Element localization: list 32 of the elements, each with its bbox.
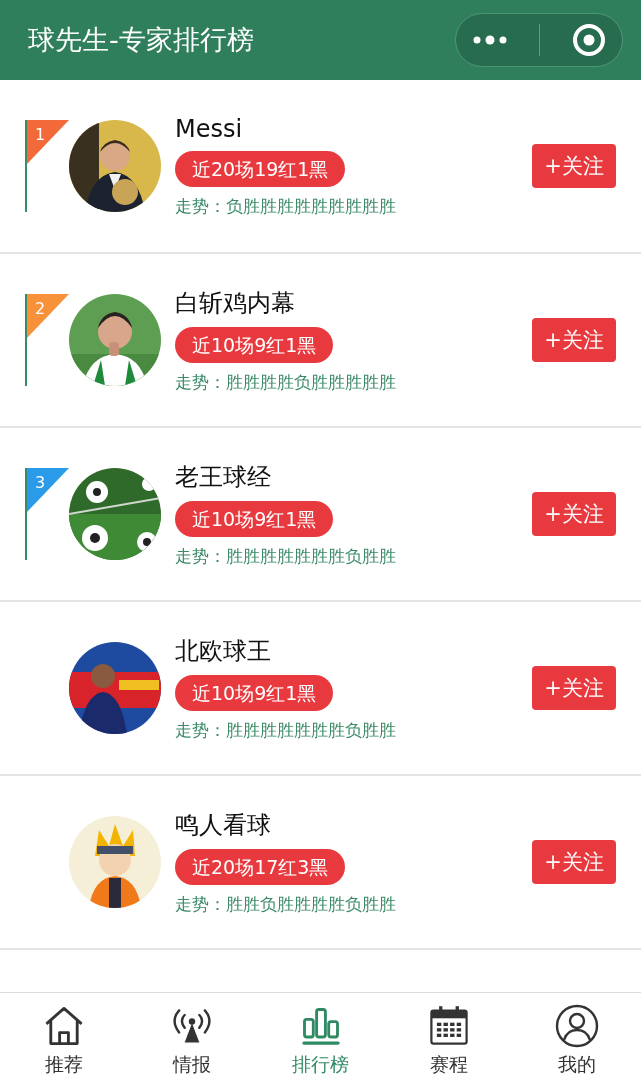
tab[interactable]: 排行榜 (256, 993, 385, 1088)
expert-name: 白斩鸡内幕 (175, 287, 295, 319)
record-badge: 近10场9红1黑 (175, 674, 334, 711)
follow-button[interactable]: +关注 (532, 144, 616, 188)
page-title: 球先生-专家排行榜 (28, 23, 254, 57)
trend-text: 走势：胜胜胜胜胜胜胜负胜胜 (175, 544, 396, 568)
tab[interactable]: 我的 (512, 993, 641, 1088)
tab[interactable]: 推荐 (0, 993, 129, 1088)
follow-button[interactable]: +关注 (532, 840, 616, 884)
record-badge: 近10场9红1黑 (175, 500, 334, 537)
expert-name: 鸣人看球 (175, 809, 271, 841)
rank-flag: 1 (25, 120, 69, 212)
follow-button[interactable]: +关注 (532, 318, 616, 362)
trend-text: 走势：胜胜胜胜负胜胜胜胜胜 (175, 370, 396, 394)
tab[interactable]: 情报 (128, 993, 257, 1088)
rank-flag: 3 (25, 468, 69, 560)
record-badge: 近20场17红3黑 (175, 848, 346, 885)
close-icon[interactable] (572, 23, 607, 57)
trend-text: 走势：胜胜负胜胜胜胜负胜胜 (175, 892, 396, 916)
more-icon[interactable] (471, 35, 508, 45)
expert-name: Messi (175, 114, 243, 143)
trend-text: 走势：胜胜胜胜胜胜胜负胜胜 (175, 718, 396, 742)
rank-flag: 2 (25, 294, 69, 386)
follow-button[interactable]: +关注 (532, 492, 616, 536)
expert-name: 北欧球王 (175, 635, 271, 667)
follow-button[interactable]: +关注 (532, 666, 616, 710)
user-icon (554, 1003, 599, 1048)
expert-name: 老王球经 (175, 461, 271, 493)
trend-text: 走势：负胜胜胜胜胜胜胜胜胜 (175, 194, 396, 218)
record-badge: 近10场9红1黑 (175, 326, 334, 363)
record-badge: 近20场19红1黑 (175, 150, 346, 187)
tab[interactable]: 赛程 (384, 993, 513, 1088)
